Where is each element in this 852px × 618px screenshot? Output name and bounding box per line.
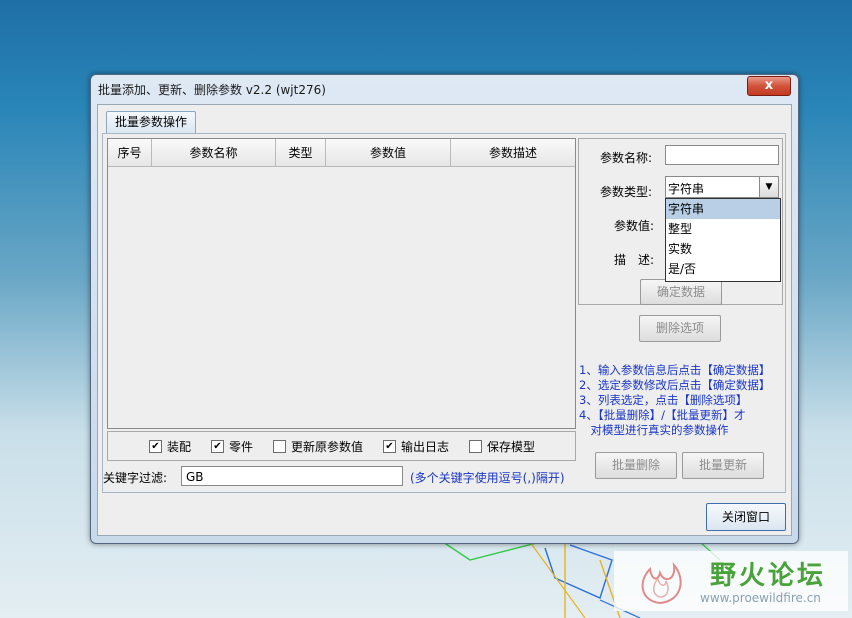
column-header-description[interactable]: 参数描述 xyxy=(451,139,575,167)
column-header-type[interactable]: 类型 xyxy=(276,139,326,167)
parameter-table[interactable]: 序号 参数名称 类型 参数值 参数描述 xyxy=(107,138,576,429)
filter-hint: (多个关键字使用逗号(,)隔开) xyxy=(410,471,565,485)
batch-update-button[interactable]: 批量更新 xyxy=(682,452,764,479)
checkbox-assembly-label: 装配 xyxy=(167,440,192,454)
title-bar[interactable]: 批量添加、更新、删除参数 v2.2 (wjt276) x xyxy=(91,75,798,103)
checkbox-update-original-box[interactable] xyxy=(273,440,286,453)
watermark-url: www.proewildfire.cn xyxy=(700,591,821,605)
param-type-dropdown[interactable]: 字符串 整型 实数 是/否 xyxy=(665,198,781,282)
help-instructions: 1、输入参数信息后点击【确定数据】 2、选定参数修改后点击【确定数据】 3、列表… xyxy=(579,363,784,438)
parameter-form: 参数名称: 参数类型: 字符串 ▼ 字符串 整型 实数 是/否 参数值: 描 述… xyxy=(578,138,783,305)
checkbox-part-box[interactable]: ✔ xyxy=(211,440,224,453)
checkbox-assembly-box[interactable]: ✔ xyxy=(149,440,162,453)
watermark: 野火论坛 www.proewildfire.cn xyxy=(614,551,848,611)
dropdown-option-integer[interactable]: 整型 xyxy=(666,219,780,239)
dropdown-option-string[interactable]: 字符串 xyxy=(666,199,780,219)
checkbox-output-log[interactable]: ✔ 输出日志 xyxy=(383,438,449,455)
options-group: ✔ 装配 ✔ 零件 更新原参数值 ✔ 输出日志 保存模型 xyxy=(107,431,576,461)
dropdown-option-real[interactable]: 实数 xyxy=(666,239,780,259)
help-line: 1、输入参数信息后点击【确定数据】 xyxy=(579,363,771,377)
checkbox-part[interactable]: ✔ 零件 xyxy=(211,438,253,455)
checkbox-output-log-box[interactable]: ✔ xyxy=(383,440,396,453)
column-header-index[interactable]: 序号 xyxy=(108,139,152,167)
batch-parameter-dialog: 批量添加、更新、删除参数 v2.2 (wjt276) x 批量参数操作 序号 参… xyxy=(90,74,799,544)
checkbox-output-log-label: 输出日志 xyxy=(401,440,450,454)
param-type-select[interactable]: 字符串 ▼ xyxy=(665,176,779,198)
checkbox-save-model-label: 保存模型 xyxy=(487,440,536,454)
param-value-label: 参数值: xyxy=(614,219,655,233)
help-line: 对模型进行真实的参数操作 xyxy=(579,423,729,437)
flame-logo-icon xyxy=(641,561,682,605)
column-header-name[interactable]: 参数名称 xyxy=(152,139,276,167)
close-window-button[interactable]: 关闭窗口 xyxy=(706,503,786,531)
help-line: 2、选定参数修改后点击【确定数据】 xyxy=(579,378,771,392)
checkbox-save-model[interactable]: 保存模型 xyxy=(469,438,535,455)
watermark-name: 野火论坛 xyxy=(710,561,827,591)
tab-batch-parameter[interactable]: 批量参数操作 xyxy=(106,111,196,133)
tab-panel: 序号 参数名称 类型 参数值 参数描述 ✔ 装配 ✔ 零件 更新原参数值 ✔ 输… xyxy=(102,133,786,493)
param-desc-label: 描 述: xyxy=(614,253,655,267)
filter-input[interactable]: GB xyxy=(181,466,403,486)
help-line: 4、【批量删除】/【批量更新】才 xyxy=(579,408,746,422)
chevron-down-icon[interactable]: ▼ xyxy=(759,177,778,197)
checkbox-update-original-label: 更新原参数值 xyxy=(291,440,364,454)
checkbox-assembly[interactable]: ✔ 装配 xyxy=(149,438,191,455)
dropdown-option-boolean[interactable]: 是/否 xyxy=(666,259,780,279)
param-type-selected: 字符串 xyxy=(668,182,705,196)
checkbox-update-original[interactable]: 更新原参数值 xyxy=(273,438,363,455)
param-name-input[interactable] xyxy=(665,145,779,165)
dialog-client-area: 批量参数操作 序号 参数名称 类型 参数值 参数描述 ✔ 装配 ✔ 零件 更新原… xyxy=(97,104,792,536)
table-header: 序号 参数名称 类型 参数值 参数描述 xyxy=(108,139,575,167)
help-line: 3、列表选定，点击【删除选项】 xyxy=(579,393,748,407)
close-icon[interactable]: x xyxy=(747,76,791,96)
filter-label: 关键字过滤: xyxy=(103,471,168,485)
delete-option-button[interactable]: 删除选项 xyxy=(639,315,721,342)
batch-delete-button[interactable]: 批量删除 xyxy=(595,452,677,479)
confirm-data-button[interactable]: 确定数据 xyxy=(640,279,722,305)
window-title: 批量添加、更新、删除参数 v2.2 (wjt276) xyxy=(98,83,326,97)
param-type-label: 参数类型: xyxy=(600,185,653,199)
checkbox-part-label: 零件 xyxy=(229,440,254,454)
column-header-value[interactable]: 参数值 xyxy=(326,139,451,167)
checkbox-save-model-box[interactable] xyxy=(469,440,482,453)
param-name-label: 参数名称: xyxy=(600,151,653,165)
